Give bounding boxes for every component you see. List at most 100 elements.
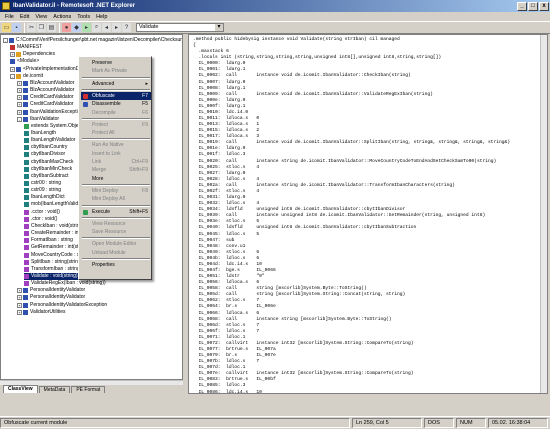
tree-node[interactable]: + PersonalIdentityValidator: [17, 294, 85, 301]
tree-node[interactable]: IbanLength: [24, 130, 56, 137]
expand-toggle-icon[interactable]: +: [17, 95, 22, 101]
context-menu-item[interactable]: View Resource: [81, 220, 151, 228]
menu-actions[interactable]: Actions: [53, 14, 71, 20]
tree-node[interactable]: cbytIbanCountry: [24, 144, 67, 151]
tree-node[interactable]: .cctor : void(): [24, 209, 60, 216]
expand-toggle-icon[interactable]: +: [17, 288, 22, 294]
context-menu-item[interactable]: Mini Deploy All: [81, 195, 151, 203]
context-menu-item[interactable]: More: [81, 175, 151, 183]
expand-toggle-icon[interactable]: -: [17, 116, 22, 122]
menu-help[interactable]: Help: [96, 14, 107, 20]
toolbar-separator: [59, 22, 60, 33]
expand-toggle-icon[interactable]: +: [17, 302, 22, 308]
expand-toggle-icon[interactable]: +: [17, 80, 22, 86]
context-menu-item[interactable]: Run As Native: [81, 141, 151, 149]
minimize-button[interactable]: _: [517, 1, 527, 11]
tab-classview[interactable]: ClassView: [3, 385, 38, 393]
tree-node[interactable]: cbytIbanSubtract: [24, 173, 69, 180]
context-menu-item[interactable]: Execute Shift+F5: [81, 208, 151, 216]
expand-toggle-icon[interactable]: +: [17, 88, 22, 94]
tree-node[interactable]: + CreditCardValidator: [17, 94, 74, 101]
tree-node[interactable]: CreateRemainder : int: [24, 230, 80, 237]
tree-node[interactable]: TransformIban : string: [24, 266, 80, 273]
tree-node[interactable]: + PersonalIdentityValidator: [17, 287, 85, 294]
search-combo[interactable]: Validate: [136, 23, 224, 32]
open-icon[interactable]: ▭: [2, 23, 11, 32]
menu-tools[interactable]: Tools: [77, 14, 90, 20]
tree-node[interactable]: MANIFEST: [10, 44, 42, 51]
expand-toggle-icon[interactable]: -: [10, 73, 15, 79]
tree-node[interactable]: FormatIban : string: [24, 237, 73, 244]
code-vertical-scrollbar[interactable]: [540, 35, 547, 393]
menu-view[interactable]: View: [35, 14, 47, 20]
context-menu-item[interactable]: Properties: [81, 261, 151, 269]
tree-node[interactable]: <Module>: [10, 58, 39, 65]
tree-node[interactable]: cstr09 : string: [24, 187, 61, 194]
tree-node[interactable]: + BlzAccountValidator: [17, 87, 74, 94]
context-menu-item[interactable]: Save Resource: [81, 228, 151, 236]
tree-node[interactable]: CheckIban : void(string): [24, 223, 84, 230]
tree-node[interactable]: ValidateRegEx(Iban : void(string)): [24, 280, 106, 287]
context-menu-item[interactable]: Mark As Private: [81, 67, 151, 75]
paste-icon[interactable]: ▤: [47, 23, 56, 32]
close-button[interactable]: x: [539, 1, 549, 11]
expand-toggle-icon[interactable]: +: [17, 295, 22, 301]
context-menu-item[interactable]: Obfuscate F7: [81, 91, 151, 100]
expand-toggle-icon[interactable]: +: [10, 52, 15, 58]
menu-file[interactable]: File: [5, 14, 14, 20]
menu-edit[interactable]: Edit: [20, 14, 29, 20]
disassemble-icon[interactable]: ◆: [72, 23, 81, 32]
cut-icon[interactable]: ✂: [27, 23, 36, 32]
context-menu-item[interactable]: Unload Module: [81, 249, 151, 257]
context-menu-item[interactable]: Preserve: [81, 59, 151, 67]
tree-node[interactable]: + IbanValidationException: [17, 109, 83, 116]
tree-node[interactable]: cstr00 : string: [24, 180, 61, 187]
tree-node[interactable]: - IbanValidator: [17, 116, 59, 123]
back-icon[interactable]: ◂: [102, 23, 111, 32]
context-menu-item[interactable]: Insert to Link: [81, 150, 151, 158]
tree-node[interactable]: + BlzAccountValidator: [17, 80, 74, 87]
il-code-panel[interactable]: .method public hidebysig instance void V…: [188, 34, 548, 394]
tab-metadata[interactable]: MetaData: [38, 386, 71, 393]
context-menu-item[interactable]: Protect All: [81, 129, 151, 137]
tree-node[interactable]: - C:\Comml\VerifPersilchunger\pbt.net mag…: [3, 37, 182, 44]
copy-icon[interactable]: ❐: [37, 23, 46, 32]
tree-node[interactable]: IbanLengthDict: [24, 194, 65, 201]
context-menu-item[interactable]: Open Module Editor: [81, 240, 151, 248]
tree-node[interactable]: - de.icomit: [10, 73, 43, 80]
expand-toggle-icon[interactable]: +: [17, 109, 22, 115]
tree-node[interactable]: .ctor : void(): [24, 216, 57, 223]
tab-pe-format[interactable]: PE Format: [71, 386, 106, 393]
tree-node[interactable]: + ValidatorUtilities: [17, 309, 65, 316]
tree-node[interactable]: IbanLengthValidator: [24, 137, 75, 144]
tree-node-icon: [10, 59, 15, 65]
tree-node-icon: [24, 273, 29, 279]
expand-toggle-icon[interactable]: +: [10, 66, 15, 72]
expand-toggle-icon[interactable]: +: [17, 309, 22, 315]
find-icon[interactable]: ⌕: [92, 23, 101, 32]
forward-icon[interactable]: ▸: [112, 23, 121, 32]
expand-toggle-icon[interactable]: +: [17, 102, 22, 108]
tree-node[interactable]: SplitIban : string(string): [24, 259, 82, 266]
tree-node[interactable]: cbytIbanDivisor: [24, 151, 65, 158]
maximize-button[interactable]: □: [528, 1, 538, 11]
context-menu-item[interactable]: Disassemble F5: [81, 100, 151, 108]
context-menu-item[interactable]: Merge Shift+F9: [81, 166, 151, 174]
save-icon[interactable]: ▪: [12, 23, 21, 32]
tree-node[interactable]: + Dependencies: [10, 51, 55, 58]
context-menu-item[interactable]: Advanced ▸: [81, 80, 151, 88]
help-icon[interactable]: ?: [122, 23, 131, 32]
tree-node[interactable]: cbytIbanMinCheck: [24, 166, 72, 173]
context-menu-item[interactable]: Link Ctrl+F9: [81, 158, 151, 166]
tree-node[interactable]: Validate : void(string): [24, 272, 78, 280]
context-menu-item[interactable]: Mini Deploy F8: [81, 187, 151, 195]
obfuscate-icon[interactable]: ●: [62, 23, 71, 32]
execute-icon[interactable]: ▸: [82, 23, 91, 32]
context-menu-item[interactable]: Protect F9: [81, 121, 151, 129]
tree-node[interactable]: extends System.Object: [24, 123, 82, 130]
tree-node[interactable]: + PersonalIdentityValidatorException: [17, 302, 107, 309]
context-menu-item[interactable]: Decompile F6: [81, 109, 151, 117]
tree-node[interactable]: + CreditCardValidator: [17, 101, 74, 108]
tree-node[interactable]: cbytIbanMaxCheck: [24, 159, 74, 166]
expand-toggle-icon[interactable]: -: [3, 38, 8, 43]
